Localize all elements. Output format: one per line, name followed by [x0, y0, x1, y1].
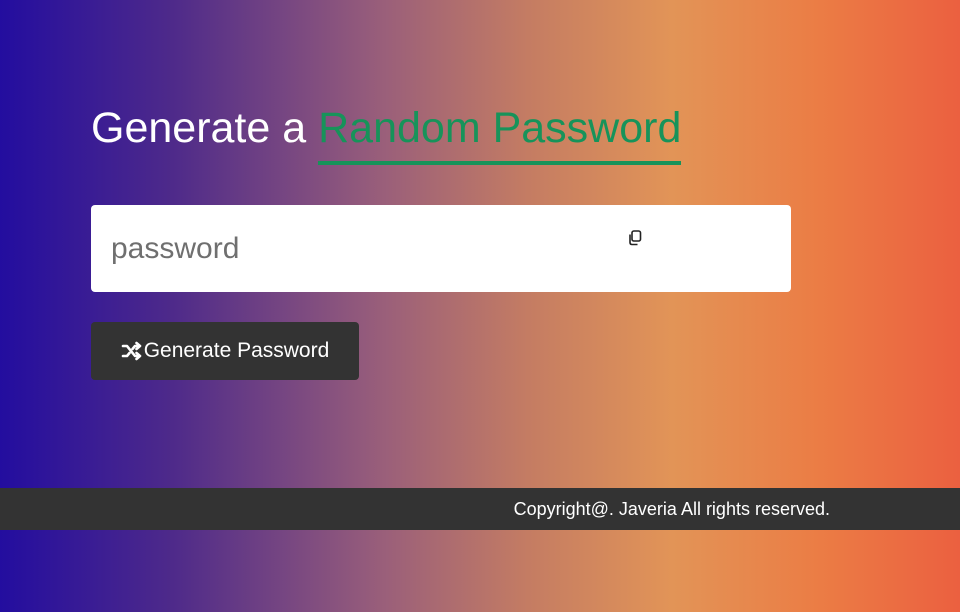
generate-password-button[interactable]: Generate Password: [91, 322, 359, 380]
password-input[interactable]: [91, 205, 611, 292]
generator-container: Generate a Random Password Generate Pass…: [91, 100, 791, 380]
copy-icon[interactable]: [626, 229, 644, 247]
title-prefix: Generate a: [91, 104, 307, 152]
title-accent: Random Password: [318, 100, 682, 165]
generate-button-label: Generate Password: [143, 339, 330, 362]
footer: Copyright@. Javeria All rights reserved.: [0, 488, 960, 530]
footer-copyright: Copyright@. Javeria All rights reserved.: [513, 499, 830, 519]
shuffle-icon: [121, 341, 143, 361]
password-box: [91, 205, 791, 292]
page-title: Generate a Random Password: [91, 100, 791, 165]
